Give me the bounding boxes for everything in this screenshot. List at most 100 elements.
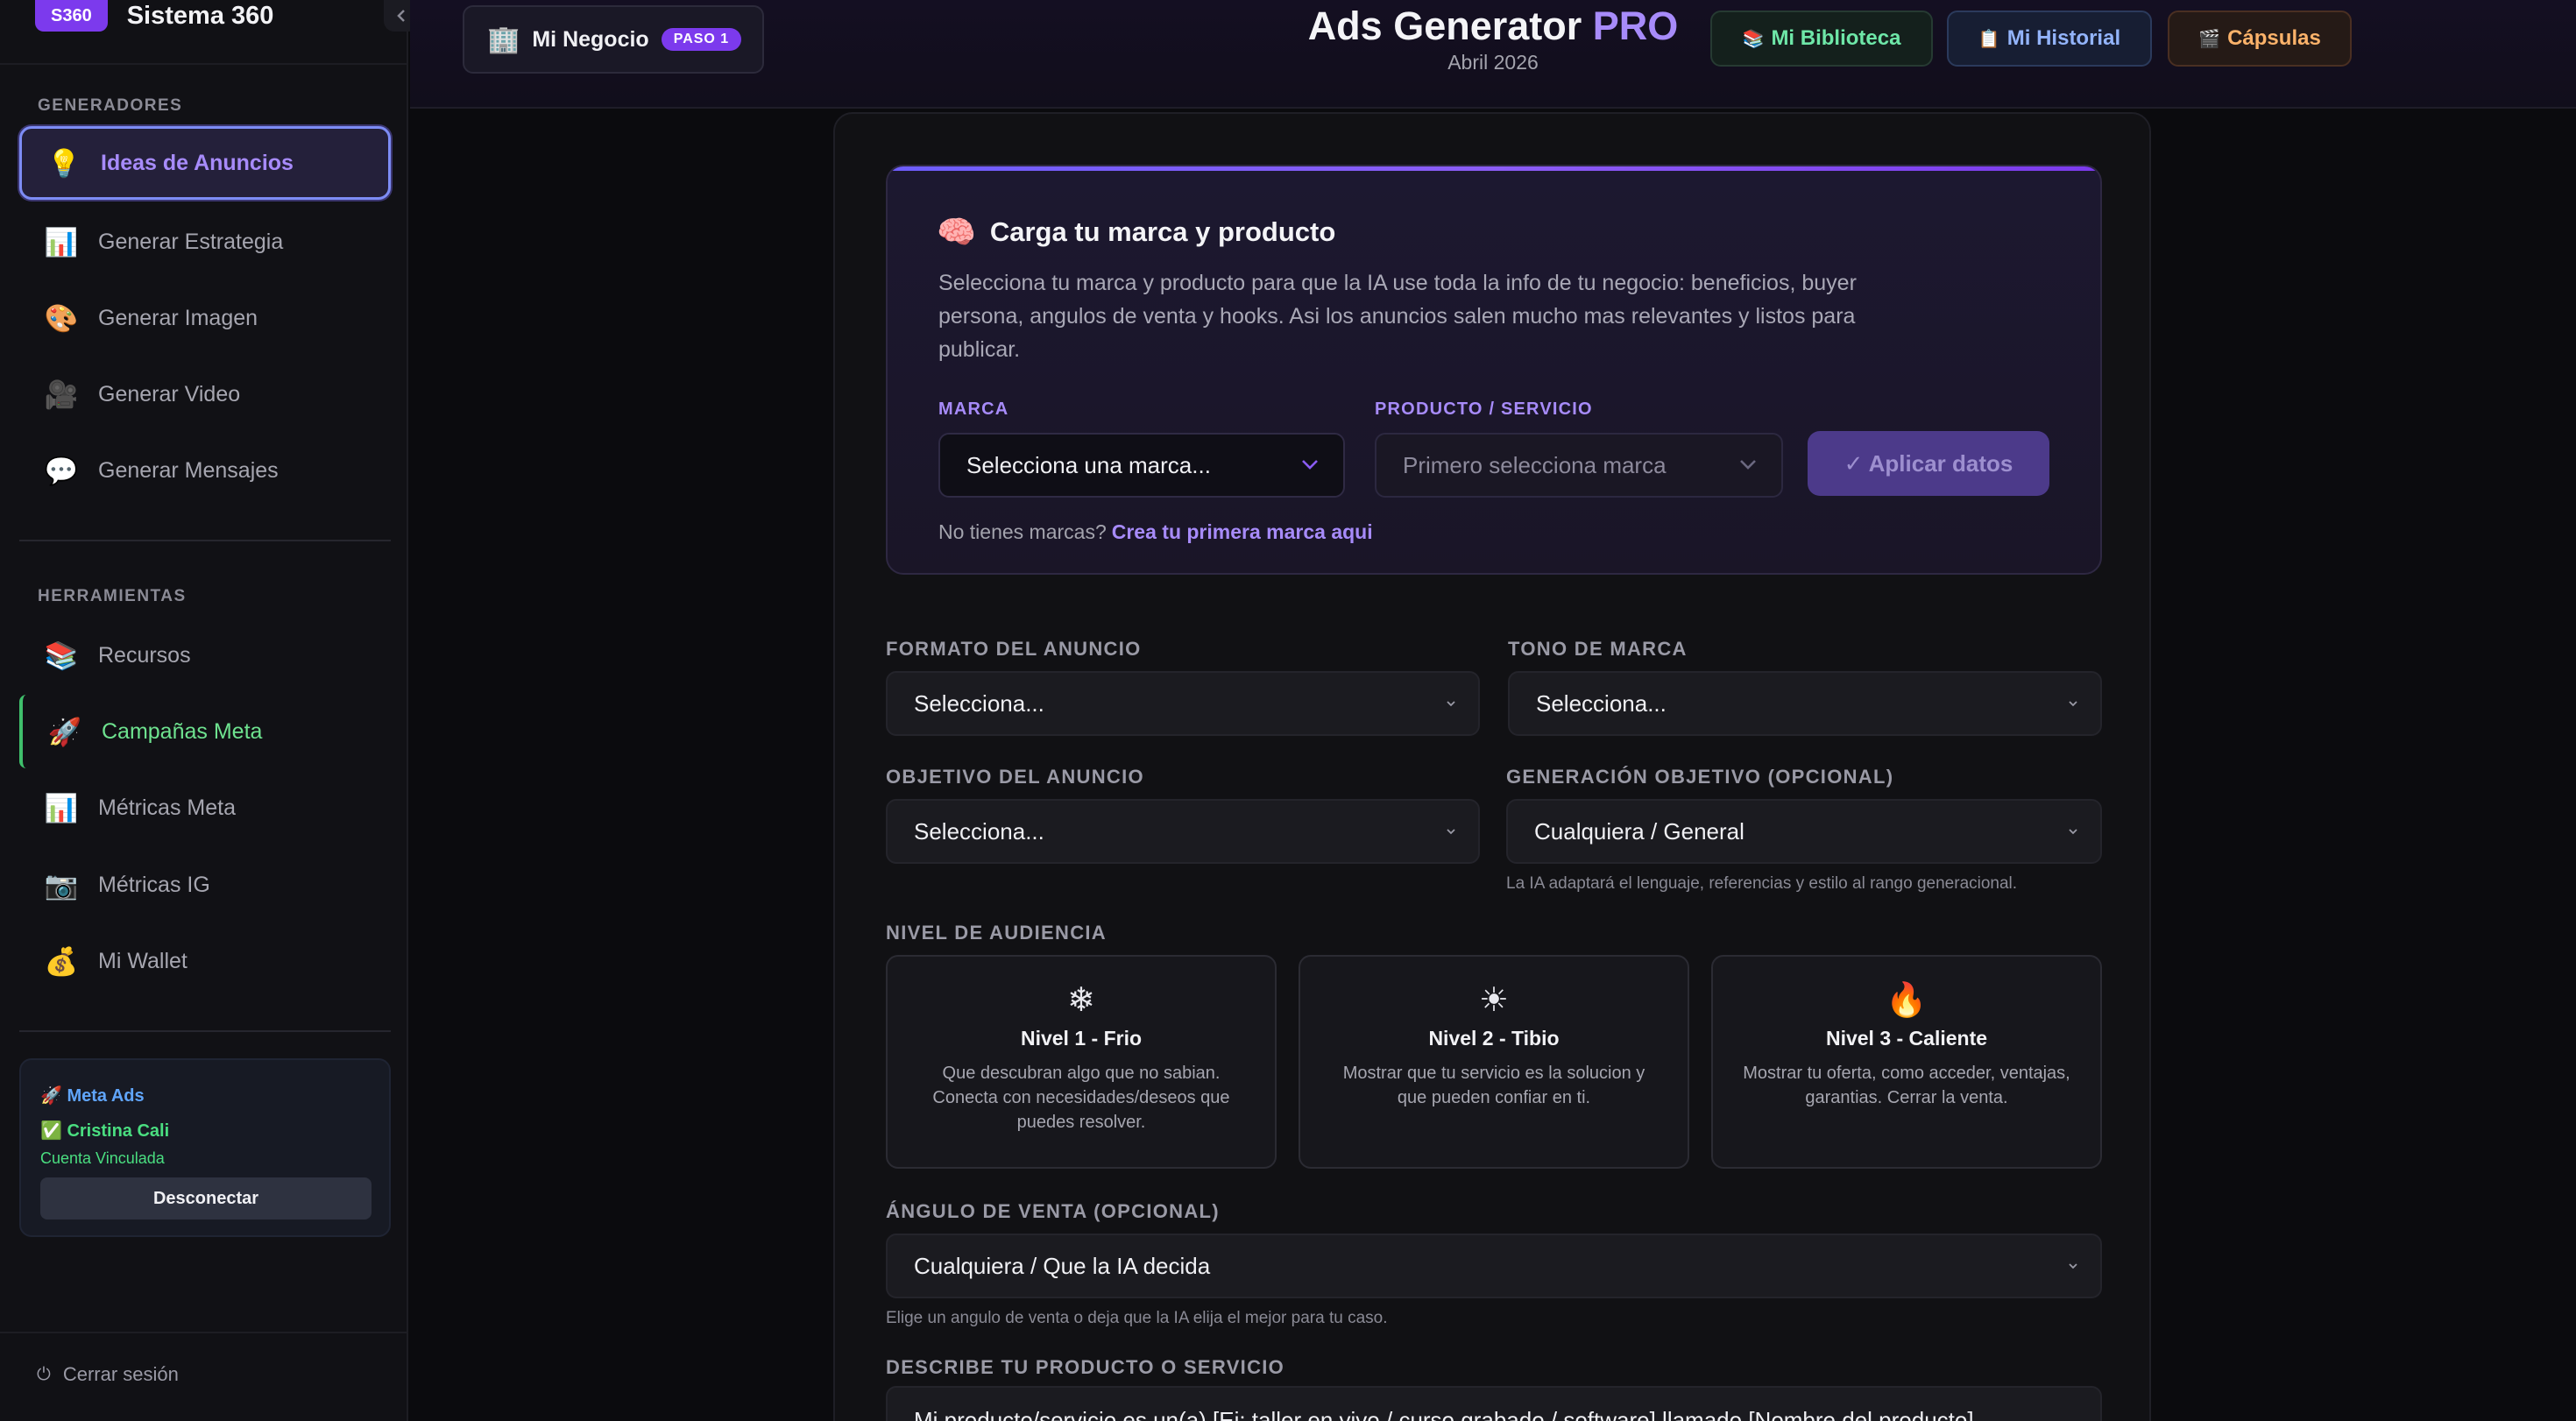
divider [0, 1332, 408, 1333]
audience-level-title: Nivel 1 - Frio [1020, 1027, 1143, 1050]
mi-historial-button[interactable]: 📋 Mi Historial [1947, 11, 2152, 67]
meta-ads-card: 🚀 Meta Ads ✅ Cristina Cali Cuenta Vincul… [19, 1058, 391, 1237]
generation-hint: La IA adaptará el lenguaje, referencias … [1506, 874, 2018, 893]
sidebar-item-label: Métricas IG [98, 872, 210, 897]
brand-badge: S360 [35, 0, 108, 32]
brand-product-card: 🧠 Carga tu marca y producto Selecciona t… [886, 165, 2102, 575]
format-select[interactable]: Selecciona... [886, 671, 1480, 736]
chevron-down-icon [1447, 829, 1455, 835]
generation-label: GENERACIÓN OBJETIVO (OPCIONAL) [1506, 766, 1894, 788]
speech-bubble-icon: 💬 [44, 455, 79, 486]
disconnect-button[interactable]: Desconectar [40, 1177, 372, 1220]
sidebar-item-label: Generar Estrategia [98, 229, 284, 254]
clapperboard-icon: 🎬 [2198, 29, 2221, 49]
sidebar: S360 Sistema 360 GENERADORES 💡 Ideas de … [0, 0, 419, 1421]
generator-panel: 🧠 Carga tu marca y producto Selecciona t… [833, 112, 2151, 1421]
brain-icon: 🧠 [937, 214, 976, 250]
objective-select-value: Selecciona... [914, 817, 1044, 845]
meta-account-status: Cuenta Vinculada [40, 1149, 165, 1167]
objective-label: OBJETIVO DEL ANUNCIO [886, 766, 1144, 788]
meta-ads-title: 🚀 Meta Ads [40, 1086, 145, 1106]
create-brand-link[interactable]: Crea tu primera marca aqui [1112, 520, 1373, 543]
generation-select-value: Cualquiera / General [1534, 817, 1744, 845]
sidebar-item-label: Generar Video [98, 381, 241, 407]
sidebar-item-label: Generar Mensajes [98, 457, 279, 483]
format-label: FORMATO DEL ANUNCIO [886, 638, 1142, 660]
chevron-down-icon [2069, 1263, 2077, 1269]
no-brands-message: No tienes marcas? Crea tu primera marca a… [938, 520, 1373, 544]
sidebar-item-label: Mi Wallet [98, 948, 188, 973]
angle-label: ÁNGULO DE VENTA (OPCIONAL) [886, 1200, 1220, 1222]
angle-select[interactable]: Cualquiera / Que la IA decida [886, 1234, 2102, 1298]
product-select[interactable]: Primero selecciona marca [1375, 433, 1783, 498]
mi-historial-label: Mi Historial [2006, 26, 2121, 50]
chevron-down-icon [1740, 460, 1756, 470]
meta-account-user: ✅ Cristina Cali [40, 1121, 170, 1141]
fire-icon: 🔥 [1886, 982, 1928, 1019]
objective-select[interactable]: Selecciona... [886, 799, 1480, 864]
apply-data-button[interactable]: ✓ Aplicar datos [1808, 431, 2049, 496]
page-title-pro: PRO [1592, 4, 1679, 48]
section-label-generators: GENERADORES [38, 96, 183, 115]
sidebar-item-generar-mensajes[interactable]: 💬 Generar Mensajes [19, 434, 391, 507]
logout-label: Cerrar sesión [62, 1363, 179, 1385]
audience-level-3-card[interactable]: 🔥 Nivel 3 - Caliente Mostrar tu oferta, … [1711, 955, 2102, 1169]
sidebar-item-label: Métricas Meta [98, 795, 236, 820]
brand-card-title: 🧠 Carga tu marca y producto [937, 214, 1335, 251]
brand: S360 Sistema 360 [35, 0, 273, 32]
generation-select[interactable]: Cualquiera / General [1506, 799, 2102, 864]
brand-card-title-text: Carga tu marca y producto [989, 216, 1336, 247]
audience-level-description: Que descubran algo que no sabian. Conect… [932, 1064, 1230, 1132]
chevron-down-icon [2069, 701, 2077, 707]
money-bag-icon: 💰 [44, 945, 79, 977]
product-field-label: PRODUCTO / SERVICIO [1375, 399, 1593, 419]
power-icon: ⏻ [37, 1364, 51, 1384]
brand-select-value: Selecciona una marca... [966, 451, 1211, 478]
audience-level-description: Mostrar que tu servicio es la solucion y… [1342, 1064, 1645, 1107]
audience-level-title: Nivel 3 - Caliente [1825, 1027, 1988, 1050]
tone-select-value: Selecciona... [1536, 689, 1667, 717]
audience-level-1-card[interactable]: ❄ Nivel 1 - Frio Que descubran algo que … [886, 955, 1277, 1169]
brand-select[interactable]: Selecciona una marca... [938, 433, 1345, 498]
divider [19, 1030, 391, 1032]
brand-card-description: Selecciona tu marca y producto para que … [938, 271, 1857, 362]
no-brands-text: No tienes marcas? [938, 520, 1107, 543]
tone-select[interactable]: Selecciona... [1508, 671, 2102, 736]
sidebar-item-metricas-ig[interactable]: 📷 Métricas IG [19, 848, 391, 922]
bar-chart-icon: 📊 [44, 226, 79, 258]
brand-field-label: MARCA [938, 399, 1009, 419]
books-icon: 📚 [44, 640, 79, 671]
product-description-input[interactable]: Mi producto/servicio es un(a) [Ej: talle… [886, 1386, 2102, 1421]
sidebar-item-generar-estrategia[interactable]: 📊 Generar Estrategia [19, 205, 391, 279]
divider [0, 63, 408, 65]
audience-level-2-card[interactable]: ☀ Nivel 2 - Tibio Mostrar que tu servici… [1299, 955, 1689, 1169]
sidebar-item-mi-wallet[interactable]: 💰 Mi Wallet [19, 924, 391, 998]
palette-icon: 🎨 [44, 302, 79, 334]
clipboard-icon: 📋 [1978, 29, 2000, 49]
page-title-main: Ads Generator [1307, 4, 1593, 48]
video-camera-icon: 🎥 [44, 378, 79, 410]
product-select-value: Primero selecciona marca [1403, 451, 1667, 478]
sidebar-item-campanas-meta[interactable]: 🚀 Campañas Meta [19, 695, 391, 768]
sidebar-item-generar-imagen[interactable]: 🎨 Generar Imagen [19, 281, 391, 355]
sidebar-item-recursos[interactable]: 📚 Recursos [19, 619, 391, 692]
format-select-value: Selecciona... [914, 689, 1044, 717]
sidebar-item-metricas-meta[interactable]: 📊 Métricas Meta [19, 771, 391, 845]
audience-level-description: Mostrar tu oferta, como acceder, ventaja… [1743, 1064, 2070, 1107]
camera-icon: 📷 [44, 869, 79, 901]
logout-button[interactable]: ⏻ Cerrar sesión [37, 1363, 179, 1386]
sidebar-item-ideas-de-anuncios[interactable]: 💡 Ideas de Anuncios [19, 126, 391, 200]
describe-label: DESCRIBE TU PRODUCTO O SERVICIO [886, 1356, 1285, 1378]
sidebar-item-generar-video[interactable]: 🎥 Generar Video [19, 357, 391, 431]
chevron-down-icon [1447, 701, 1455, 707]
topbar: 🏢 Mi Negocio PASO 1 Ads Generator PRO Ab… [410, 0, 2576, 109]
mi-biblioteca-label: Mi Biblioteca [1771, 26, 1901, 50]
capsulas-button[interactable]: 🎬 Cápsulas [2168, 11, 2352, 67]
mi-biblioteca-button[interactable]: 📚 Mi Biblioteca [1710, 11, 1933, 67]
lightbulb-icon: 💡 [46, 147, 81, 179]
brand-name: Sistema 360 [126, 1, 274, 30]
rocket-icon: 🚀 [47, 716, 82, 747]
angle-select-value: Cualquiera / Que la IA decida [914, 1252, 1211, 1279]
books-icon: 📚 [1742, 29, 1765, 49]
audience-label: NIVEL DE AUDIENCIA [886, 922, 1107, 944]
